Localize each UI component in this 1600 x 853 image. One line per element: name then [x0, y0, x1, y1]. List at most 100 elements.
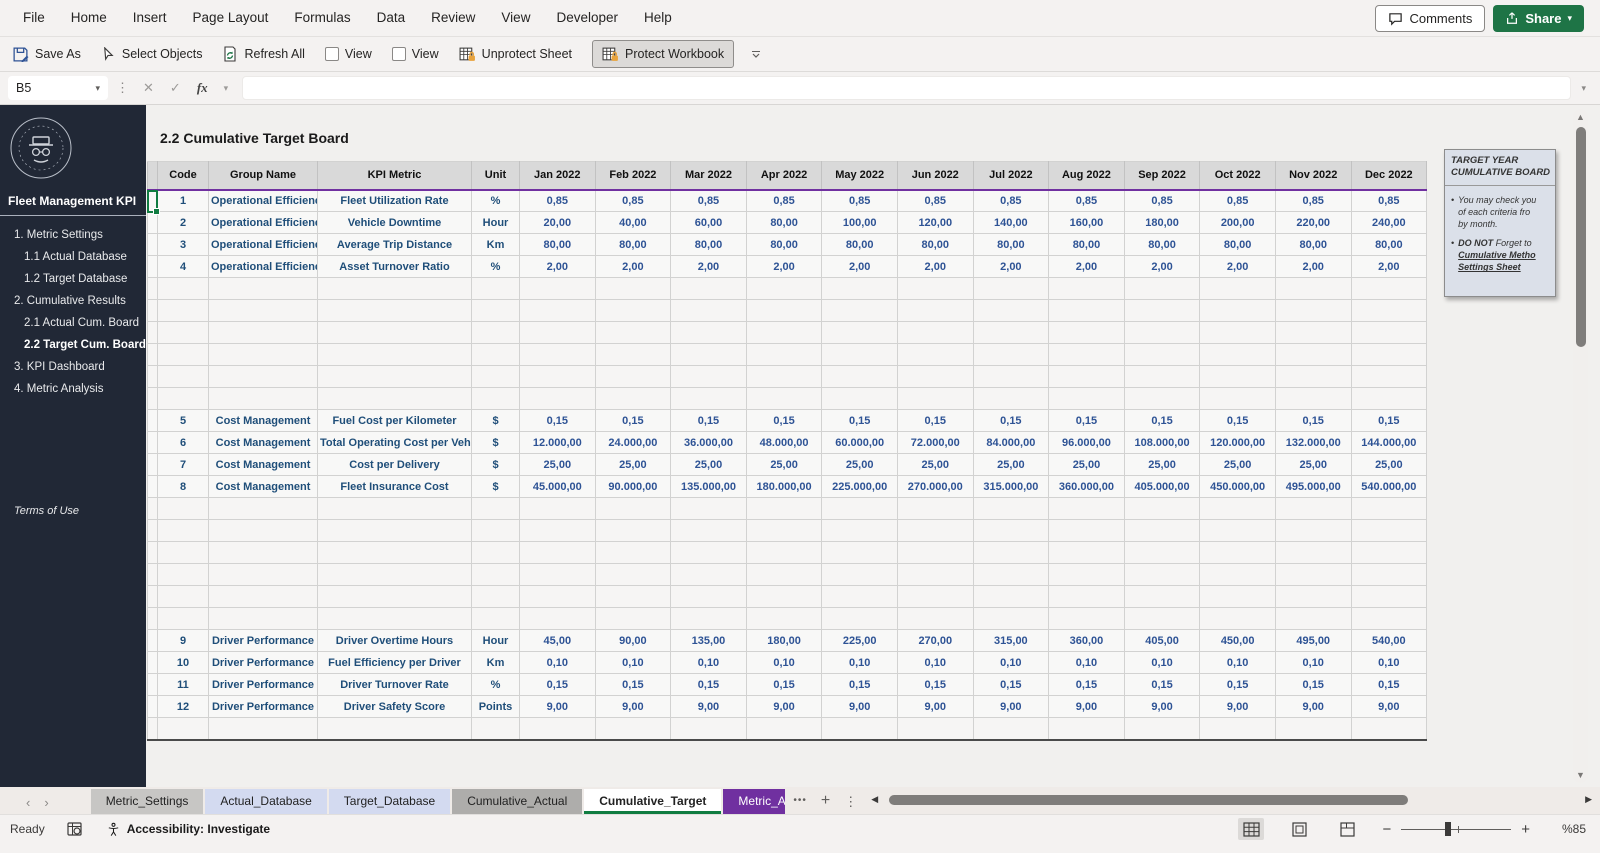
- cell-value-aug-2022[interactable]: 9,00: [1049, 696, 1125, 718]
- cell-value-oct-2022[interactable]: 450,00: [1200, 630, 1276, 652]
- cell-value-feb-2022[interactable]: 24.000,00: [595, 432, 671, 454]
- cell-group-name[interactable]: Operational Efficiency: [209, 234, 318, 256]
- empty-cell[interactable]: [1275, 718, 1351, 740]
- tab-scroll-right-icon[interactable]: ›: [44, 795, 62, 814]
- empty-cell[interactable]: [822, 564, 898, 586]
- cell-value-apr-2022[interactable]: 0,85: [746, 190, 822, 212]
- empty-cell[interactable]: [148, 300, 158, 322]
- cell-value-nov-2022[interactable]: 495.000,00: [1275, 476, 1351, 498]
- empty-cell[interactable]: [1275, 366, 1351, 388]
- cell-value-feb-2022[interactable]: 0,15: [595, 674, 671, 696]
- empty-cell[interactable]: [520, 498, 596, 520]
- empty-cell[interactable]: [897, 564, 973, 586]
- cell-value-apr-2022[interactable]: 0,15: [746, 674, 822, 696]
- cell-value-jul-2022[interactable]: 84.000,00: [973, 432, 1049, 454]
- empty-cell[interactable]: [671, 278, 747, 300]
- cell-value-dec-2022[interactable]: 144.000,00: [1351, 432, 1427, 454]
- empty-cell[interactable]: [520, 344, 596, 366]
- empty-cell[interactable]: [148, 586, 158, 608]
- cell-value-feb-2022[interactable]: 25,00: [595, 454, 671, 476]
- cell-code[interactable]: 3: [158, 234, 209, 256]
- empty-cell[interactable]: [973, 278, 1049, 300]
- macro-record-icon[interactable]: [67, 822, 84, 837]
- empty-cell[interactable]: [746, 322, 822, 344]
- cell-value-jul-2022[interactable]: 140,00: [973, 212, 1049, 234]
- cell-group-name[interactable]: Driver Performance: [209, 630, 318, 652]
- empty-cell[interactable]: [746, 366, 822, 388]
- cell-selector-column[interactable]: [148, 454, 158, 476]
- empty-cell[interactable]: [746, 564, 822, 586]
- sheet-tab-target-database[interactable]: Target_Database: [329, 789, 450, 814]
- menu-insert[interactable]: Insert: [120, 0, 180, 36]
- empty-cell[interactable]: [148, 344, 158, 366]
- cell-value-feb-2022[interactable]: 0,10: [595, 652, 671, 674]
- cell-value-jan-2022[interactable]: 0,85: [520, 190, 596, 212]
- cell-value-dec-2022[interactable]: 0,15: [1351, 674, 1427, 696]
- empty-cell[interactable]: [973, 498, 1049, 520]
- cell-selector-column[interactable]: [148, 652, 158, 674]
- cancel-icon[interactable]: ✕: [137, 80, 160, 96]
- empty-cell[interactable]: [1049, 520, 1125, 542]
- empty-cell[interactable]: [973, 366, 1049, 388]
- header-cell-unit[interactable]: Unit: [472, 162, 520, 190]
- cell-value-jan-2022[interactable]: 80,00: [520, 234, 596, 256]
- cell-value-mar-2022[interactable]: 9,00: [671, 696, 747, 718]
- cell-selector-column[interactable]: [148, 476, 158, 498]
- empty-cell[interactable]: [158, 586, 209, 608]
- zoom-level[interactable]: %85: [1552, 822, 1586, 836]
- more-sheets-icon[interactable]: •••: [787, 795, 817, 814]
- empty-cell[interactable]: [1124, 322, 1200, 344]
- empty-cell[interactable]: [671, 498, 747, 520]
- empty-cell[interactable]: [209, 300, 318, 322]
- cell-value-aug-2022[interactable]: 160,00: [1049, 212, 1125, 234]
- cell-selector-column[interactable]: [148, 630, 158, 652]
- cell-value-jun-2022[interactable]: 80,00: [897, 234, 973, 256]
- horizontal-scrollbar[interactable]: ◀ ▶: [871, 787, 1592, 814]
- empty-cell[interactable]: [318, 586, 472, 608]
- cell-unit[interactable]: Hour: [472, 630, 520, 652]
- empty-cell[interactable]: [158, 542, 209, 564]
- cell-value-jul-2022[interactable]: 0,15: [973, 674, 1049, 696]
- cell-value-jan-2022[interactable]: 2,00: [520, 256, 596, 278]
- cell-value-oct-2022[interactable]: 450.000,00: [1200, 476, 1276, 498]
- empty-cell[interactable]: [148, 278, 158, 300]
- cell-value-sep-2022[interactable]: 180,00: [1124, 212, 1200, 234]
- cell-value-oct-2022[interactable]: 120.000,00: [1200, 432, 1276, 454]
- empty-cell[interactable]: [595, 542, 671, 564]
- cell-value-feb-2022[interactable]: 40,00: [595, 212, 671, 234]
- cell-value-jun-2022[interactable]: 2,00: [897, 256, 973, 278]
- empty-cell[interactable]: [897, 278, 973, 300]
- empty-cell[interactable]: [897, 498, 973, 520]
- cell-value-sep-2022[interactable]: 0,85: [1124, 190, 1200, 212]
- cell-kpi-metric[interactable]: Fuel Cost per Kilometer: [318, 410, 472, 432]
- empty-cell[interactable]: [1275, 520, 1351, 542]
- cell-value-apr-2022[interactable]: 180.000,00: [746, 476, 822, 498]
- empty-cell[interactable]: [1124, 718, 1200, 740]
- empty-cell[interactable]: [148, 366, 158, 388]
- cell-value-sep-2022[interactable]: 25,00: [1124, 454, 1200, 476]
- empty-cell[interactable]: [595, 564, 671, 586]
- empty-cell[interactable]: [1049, 322, 1125, 344]
- empty-cell[interactable]: [671, 586, 747, 608]
- empty-cell[interactable]: [472, 542, 520, 564]
- empty-cell[interactable]: [1275, 300, 1351, 322]
- checkbox-icon[interactable]: [325, 47, 339, 61]
- empty-cell[interactable]: [209, 498, 318, 520]
- cell-value-oct-2022[interactable]: 0,15: [1200, 674, 1276, 696]
- sheet-tab-cumulative-actual[interactable]: Cumulative_Actual: [452, 789, 582, 814]
- cell-value-apr-2022[interactable]: 0,15: [746, 410, 822, 432]
- empty-cell[interactable]: [1275, 388, 1351, 410]
- empty-cell[interactable]: [973, 300, 1049, 322]
- empty-cell[interactable]: [973, 586, 1049, 608]
- cell-selector-column[interactable]: [148, 696, 158, 718]
- cell-code[interactable]: 8: [158, 476, 209, 498]
- cell-kpi-metric[interactable]: Fleet Insurance Cost: [318, 476, 472, 498]
- empty-cell[interactable]: [746, 344, 822, 366]
- cell-value-aug-2022[interactable]: 0,85: [1049, 190, 1125, 212]
- cell-value-dec-2022[interactable]: 80,00: [1351, 234, 1427, 256]
- header-cell-blank[interactable]: [148, 162, 158, 190]
- info-link-cumulative-metho[interactable]: Cumulative Metho: [1458, 249, 1536, 261]
- cell-value-feb-2022[interactable]: 9,00: [595, 696, 671, 718]
- empty-cell[interactable]: [1200, 300, 1276, 322]
- menu-page-layout[interactable]: Page Layout: [180, 0, 282, 36]
